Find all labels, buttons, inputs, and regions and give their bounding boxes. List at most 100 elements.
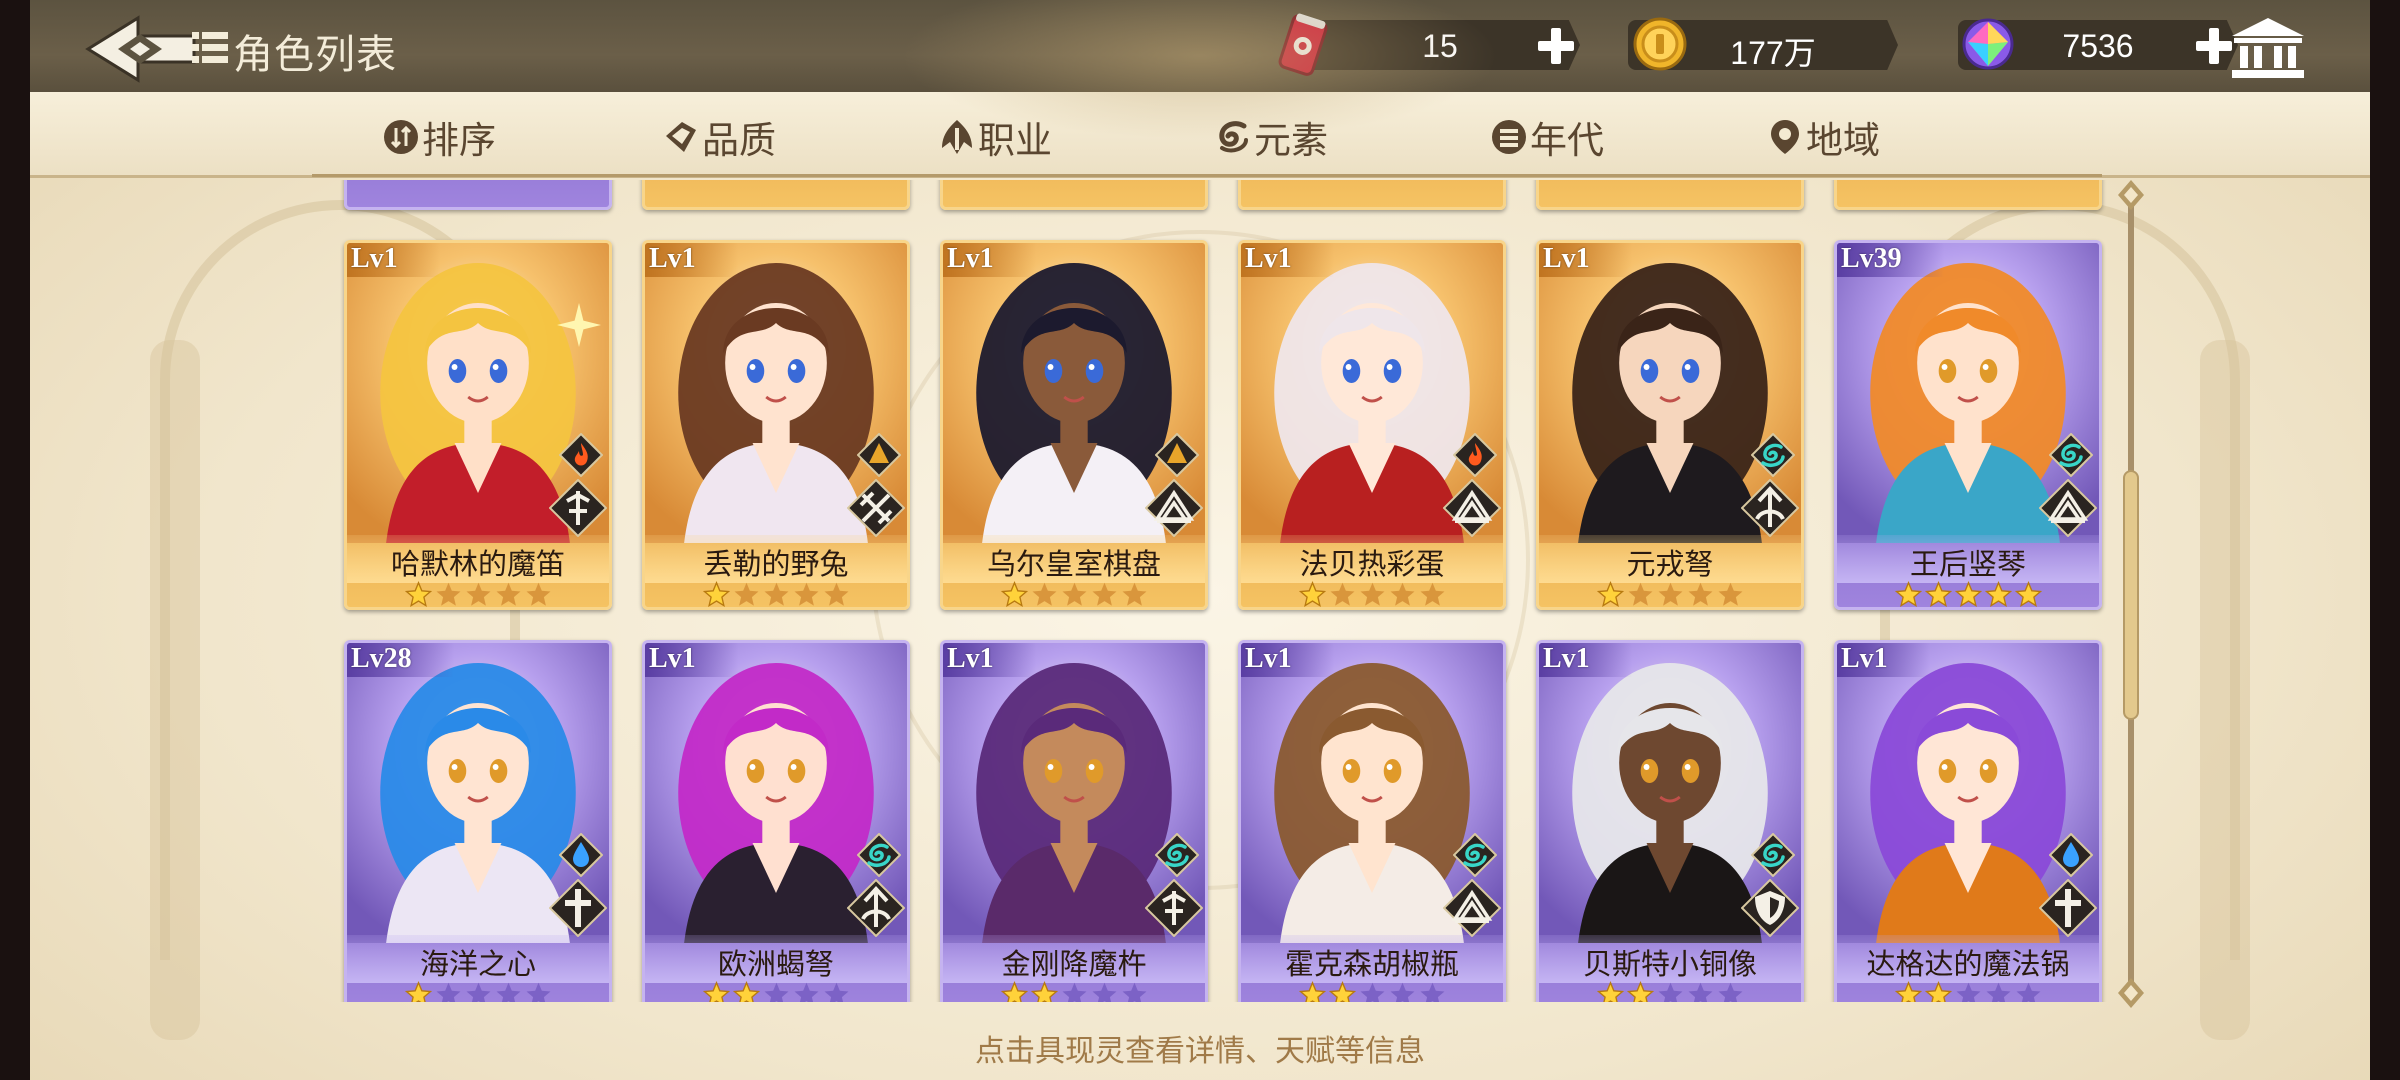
star-empty-icon: [1390, 582, 1414, 606]
star-rating: [943, 581, 1205, 607]
scrollbar-thumb[interactable]: [2123, 470, 2139, 720]
character-card[interactable]: Lv1 元戎弩: [1536, 240, 1804, 610]
star-rating: [1539, 981, 1801, 1002]
character-level: Lv1: [943, 643, 1036, 677]
character-level: Lv1: [1539, 243, 1632, 277]
star-empty-icon: [1420, 982, 1444, 1002]
tab-sort[interactable]: 排序: [382, 112, 496, 162]
tab-era-label: 年代: [1530, 120, 1604, 161]
tab-profession[interactable]: 职业: [938, 112, 1052, 162]
game-screen: 角色列表 15 177万 7536: [30, 0, 2370, 1080]
star-rating: [645, 581, 907, 607]
character-card[interactable]: Lv1 欧洲蝎弩: [642, 640, 910, 1002]
filter-tab-bar: 排序 品质 职业 元素 年代 地域: [30, 0, 2370, 178]
gold-coin-icon: [1633, 17, 1687, 71]
page-title: 角色列表: [233, 33, 397, 77]
star-filled-icon: [1328, 981, 1356, 1002]
character-name: 金刚降魔杵: [1001, 949, 1147, 981]
star-empty-icon: [1062, 582, 1086, 606]
add-stamina-button[interactable]: [1536, 26, 1576, 66]
bow-class-icon: [847, 879, 905, 937]
character-grid: Lv1 哈默林的魔笛 Lv1 丢勒的野兔 Lv1 乌尔皇室棋盘 Lv1 法贝热彩蛋 Lv1 元戎弩…: [340, 180, 2120, 1002]
star-empty-icon: [496, 582, 520, 606]
character-level: Lv1: [1241, 243, 1334, 277]
add-gems-button[interactable]: [2194, 26, 2234, 66]
character-card[interactable]: Lv1 霍克森胡椒瓶: [1238, 640, 1506, 1002]
character-level: Lv1: [1837, 643, 1930, 677]
character-name: 乌尔皇室棋盘: [986, 549, 1161, 581]
tab-region[interactable]: 地域: [1766, 112, 1880, 162]
cross-class-icon: [2039, 879, 2097, 937]
star-filled-icon: [1924, 581, 1952, 607]
character-card[interactable]: Lv28 海洋之心: [344, 640, 612, 1002]
star-empty-icon: [1420, 582, 1444, 606]
character-card-partial[interactable]: [940, 180, 1208, 210]
character-card[interactable]: Lv1 贝斯特小铜像: [1536, 640, 1804, 1002]
star-empty-icon: [1718, 982, 1742, 1002]
book-class-icon: [2039, 479, 2097, 537]
star-empty-icon: [1658, 982, 1682, 1002]
star-empty-icon: [794, 582, 818, 606]
star-filled-icon: [732, 981, 760, 1002]
profession-icon: [942, 120, 972, 154]
character-card-partial[interactable]: [1238, 180, 1506, 210]
tab-region-label: 地域: [1806, 120, 1880, 161]
character-card[interactable]: Lv1 丢勒的野兔: [642, 240, 910, 610]
list-icon: [192, 32, 228, 63]
character-card-partial[interactable]: [642, 180, 910, 210]
star-filled-icon: [1030, 981, 1058, 1002]
character-card-partial[interactable]: [1536, 180, 1804, 210]
star-filled-icon: [2014, 581, 2042, 607]
character-card-partial[interactable]: [1834, 180, 2102, 210]
character-card[interactable]: Lv1 金刚降魔杵: [940, 640, 1208, 1002]
star-empty-icon: [1092, 582, 1116, 606]
star-empty-icon: [1032, 582, 1056, 606]
filter-divider: [312, 174, 2102, 177]
character-card[interactable]: Lv1 达格达的魔法锅: [1834, 640, 2102, 1002]
star-rating: [645, 981, 907, 1002]
book-class-icon: [1145, 479, 1203, 537]
star-empty-icon: [1628, 582, 1652, 606]
star-empty-icon: [2016, 982, 2040, 1002]
character-card[interactable]: Lv1 哈默林的魔笛: [344, 240, 612, 610]
star-filled-icon: [1298, 581, 1326, 607]
star-empty-icon: [466, 982, 490, 1002]
wind-element-icon: [2049, 433, 2093, 477]
character-name: 哈默林的魔笛: [390, 549, 565, 581]
character-card[interactable]: Lv39 王后竖琴: [1834, 240, 2102, 610]
star-empty-icon: [794, 982, 818, 1002]
star-filled-icon: [1596, 981, 1624, 1002]
star-filled-icon: [1984, 581, 2012, 607]
star-rating: [1837, 981, 2099, 1002]
character-level: Lv1: [645, 643, 738, 677]
back-arrow-icon[interactable]: [82, 14, 202, 84]
tab-element[interactable]: 元素: [1214, 112, 1328, 162]
tab-quality[interactable]: 品质: [662, 112, 776, 162]
wind-element-icon: [1155, 833, 1199, 877]
museum-icon[interactable]: [2230, 16, 2306, 80]
character-name: 欧洲蝎弩: [717, 949, 834, 981]
character-level: Lv1: [1539, 643, 1632, 677]
star-empty-icon: [1330, 582, 1354, 606]
star-empty-icon: [496, 982, 520, 1002]
star-filled-icon: [1924, 981, 1952, 1002]
character-level: Lv28: [347, 643, 454, 677]
cross-class-icon: [549, 879, 607, 937]
bow-class-icon: [1741, 479, 1799, 537]
star-filled-icon: [404, 981, 432, 1002]
character-card[interactable]: Lv1 乌尔皇室棋盘: [940, 240, 1208, 610]
element-icon: [1219, 121, 1248, 153]
character-level: Lv1: [1241, 643, 1334, 677]
character-card-partial[interactable]: [344, 180, 612, 210]
star-empty-icon: [436, 582, 460, 606]
rainbow-gem-icon: [1962, 18, 2014, 70]
scroll-bottom-ornament-icon: [2118, 978, 2144, 1008]
era-icon: [1492, 120, 1526, 154]
dagger-class-icon: [549, 479, 607, 537]
wind-element-icon: [857, 833, 901, 877]
character-name: 达格达的魔法锅: [1866, 949, 2070, 981]
book-class-icon: [1443, 879, 1501, 937]
tab-era[interactable]: 年代: [1490, 112, 1604, 162]
star-empty-icon: [1360, 982, 1384, 1002]
character-card[interactable]: Lv1 法贝热彩蛋: [1238, 240, 1506, 610]
